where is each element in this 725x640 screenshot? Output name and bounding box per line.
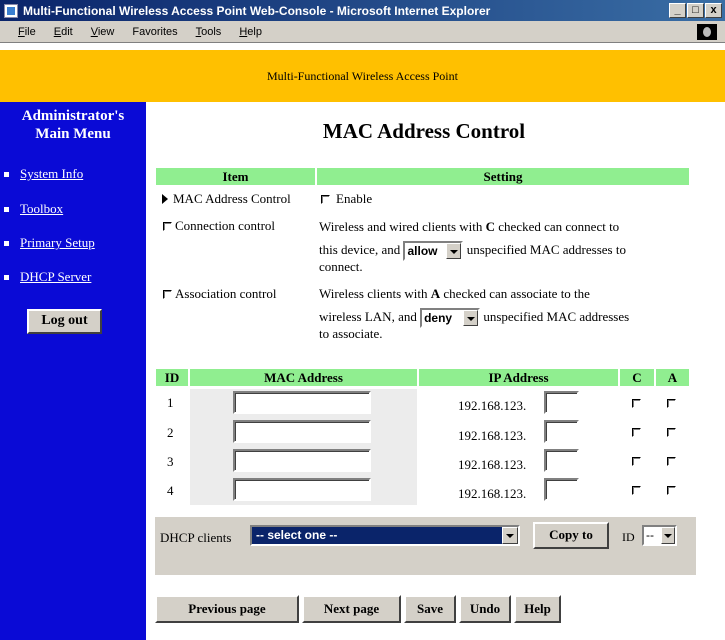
- a-checkbox[interactable]: [667, 428, 676, 437]
- bullet-icon: [4, 206, 9, 212]
- menu-view[interactable]: View: [91, 26, 115, 38]
- ip-last-octet-input[interactable]: [544, 449, 579, 472]
- copy-to-button[interactable]: Copy to: [533, 522, 609, 549]
- menu-bar: File Edit View Favorites Tools Help: [0, 21, 725, 43]
- chevron-down-icon: [446, 243, 462, 260]
- sidebar-item-system-info[interactable]: System Info: [4, 166, 83, 182]
- col-header-a: A: [656, 369, 689, 386]
- a-checkbox[interactable]: [667, 486, 676, 495]
- dhcp-clients-select[interactable]: -- select one --: [250, 525, 520, 546]
- menu-help[interactable]: Help: [239, 26, 262, 38]
- c-checkbox[interactable]: [632, 486, 641, 495]
- c-checkbox[interactable]: [632, 428, 641, 437]
- previous-page-button[interactable]: Previous page: [155, 595, 299, 623]
- logout-button[interactable]: Log out: [27, 309, 102, 334]
- enable-row: Enable: [321, 191, 372, 207]
- ip-last-octet-input[interactable]: [544, 478, 579, 501]
- banner-text: Multi-Functional Wireless Access Point: [267, 68, 458, 83]
- id-select[interactable]: --: [642, 525, 677, 546]
- row-id: 2: [167, 425, 174, 440]
- id-label: ID: [622, 530, 635, 544]
- menu-edit[interactable]: Edit: [54, 26, 73, 38]
- row-id: 1: [167, 395, 174, 410]
- sidebar: Administrator's Main Menu System Info To…: [0, 102, 146, 640]
- connection-control-desc: Wireless and wired clients with C checke…: [319, 219, 626, 275]
- association-control-label: Association control: [175, 286, 277, 301]
- chevron-down-icon: [502, 527, 518, 544]
- row-id: 4: [167, 483, 174, 498]
- bullet-icon: [4, 240, 9, 246]
- col-header-ip: IP Address: [419, 369, 618, 386]
- col-header-setting: Setting: [317, 168, 689, 185]
- association-control-desc: Wireless clients with A checked can asso…: [319, 286, 630, 342]
- save-button[interactable]: Save: [404, 595, 456, 623]
- c-checkbox[interactable]: [632, 457, 641, 466]
- page-title: MAC Address Control: [322, 119, 526, 143]
- undo-button[interactable]: Undo: [459, 595, 511, 623]
- a-checkbox[interactable]: [667, 457, 676, 466]
- bullet-icon: [4, 274, 9, 280]
- mac-address-input[interactable]: [233, 478, 371, 501]
- mac-control-label-row: MAC Address Control: [162, 191, 291, 207]
- chevron-down-icon: [661, 527, 675, 544]
- connection-control-label: Connection control: [175, 218, 276, 233]
- dhcp-clients-label: DHCP clients: [160, 530, 232, 545]
- col-header-item: Item: [156, 168, 315, 185]
- close-button[interactable]: x: [705, 3, 722, 18]
- window-title-bar: Multi-Functional Wireless Access Point W…: [0, 0, 725, 21]
- enable-label: Enable: [336, 191, 373, 206]
- col-header-id: ID: [156, 369, 188, 386]
- connection-control-row: Connection control: [163, 218, 275, 234]
- col-header-c: C: [620, 369, 654, 386]
- banner: Multi-Functional Wireless Access Point: [0, 50, 725, 102]
- association-control-row: Association control: [163, 286, 276, 302]
- window-controls: _ □ x: [669, 3, 722, 18]
- ip-prefix: 192.168.123.: [458, 398, 527, 413]
- maximize-button[interactable]: □: [687, 3, 704, 18]
- menu-tools[interactable]: Tools: [196, 26, 222, 38]
- row-id: 3: [167, 454, 174, 469]
- association-policy-select[interactable]: deny: [420, 308, 481, 329]
- ie-icon: [4, 3, 18, 18]
- c-checkbox[interactable]: [632, 399, 641, 408]
- menu-file[interactable]: File: [18, 26, 36, 38]
- sidebar-item-toolbox[interactable]: Toolbox: [4, 201, 63, 217]
- ip-prefix: 192.168.123.: [458, 486, 527, 501]
- help-button[interactable]: Help: [514, 595, 561, 623]
- chevron-down-icon: [463, 310, 479, 327]
- enable-checkbox[interactable]: [321, 194, 330, 204]
- col-header-mac: MAC Address: [190, 369, 417, 386]
- window-title: Multi-Functional Wireless Access Point W…: [23, 3, 491, 18]
- sidebar-heading: Administrator's Main Menu: [21, 108, 125, 142]
- next-page-button[interactable]: Next page: [302, 595, 401, 623]
- bullet-icon: [4, 171, 9, 177]
- ip-prefix: 192.168.123.: [458, 457, 527, 472]
- connection-policy-select[interactable]: allow: [403, 241, 464, 262]
- connection-control-checkbox[interactable]: [163, 221, 172, 231]
- menu-favorites[interactable]: Favorites: [132, 26, 177, 38]
- a-checkbox[interactable]: [667, 399, 676, 408]
- ip-last-octet-input[interactable]: [544, 420, 579, 443]
- sidebar-item-primary-setup[interactable]: Primary Setup: [4, 235, 95, 251]
- mac-address-input[interactable]: [233, 449, 371, 472]
- mac-address-input[interactable]: [233, 391, 371, 414]
- ip-last-octet-input[interactable]: [544, 391, 579, 414]
- sidebar-item-dhcp-server[interactable]: DHCP Server: [4, 269, 91, 285]
- minimize-button[interactable]: _: [669, 3, 686, 18]
- arrow-right-icon: [162, 194, 168, 204]
- association-control-checkbox[interactable]: [163, 289, 172, 299]
- windows-logo-icon: [697, 23, 717, 40]
- mac-address-input[interactable]: [233, 420, 371, 443]
- ip-prefix: 192.168.123.: [458, 428, 527, 443]
